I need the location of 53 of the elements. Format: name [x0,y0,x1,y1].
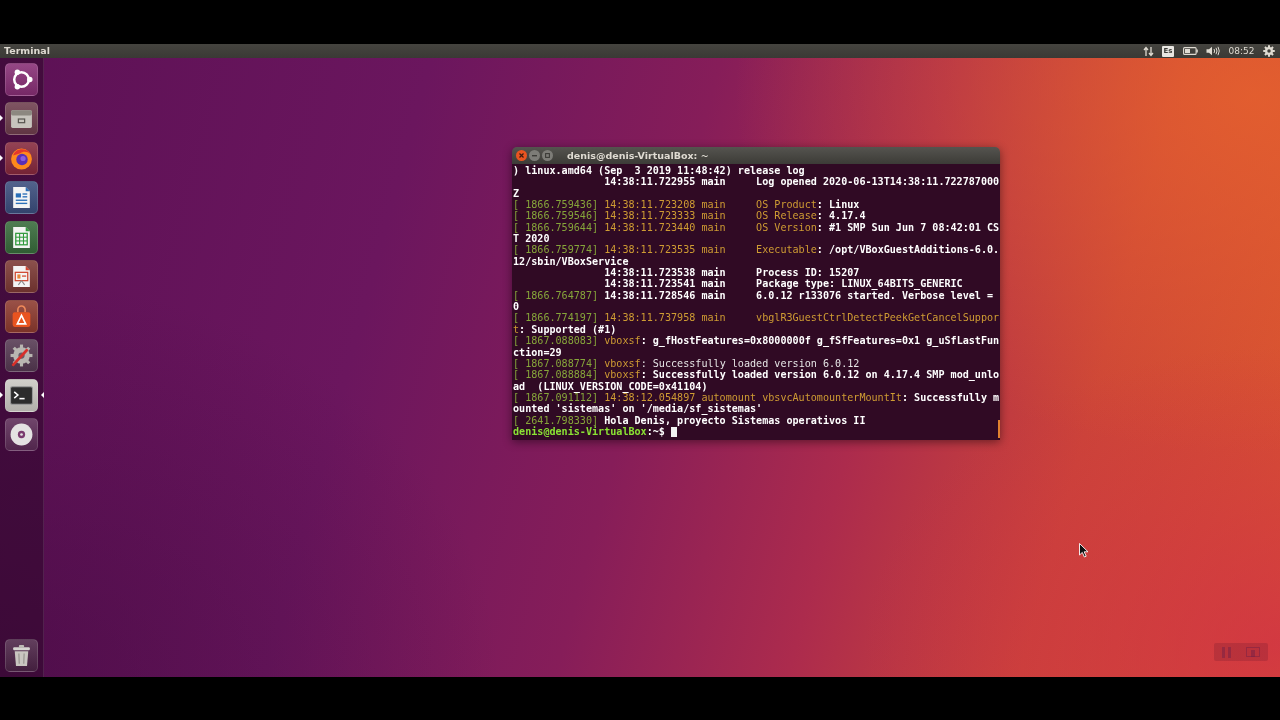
mouse-pointer-icon [1079,543,1089,558]
terminal-line: ounted 'sistemas' on '/media/sf_sistemas' [513,403,763,415]
close-icon [519,153,524,158]
gear-wrench-icon [9,343,34,368]
terminal-line: 14:38:11.723541 main Package type: LINUX_64BITS_GENERIC [604,278,963,290]
terminal-line: 14:38:11.722955 main Log opened 2020-06-13T14:38:11.722787000 [604,176,1000,188]
terminal-line: [ 1866.759436] 14:38:11.723208 main OS Product: Linux [513,199,860,211]
terminal-line: ) linux.amd64 (Sep 3 2019 11:48:42) release log [513,165,805,177]
terminal-line: 12/sbin/VBoxService [513,255,629,268]
launcher-button[interactable] [5,260,38,293]
terminal-line: ction=29 [513,346,562,358]
network-arrows-icon[interactable] [1142,45,1154,57]
volume-icon[interactable] [1206,46,1221,56]
launcher-button[interactable] [5,181,38,214]
battery-icon[interactable] [1182,47,1198,55]
launcher-button[interactable] [5,378,38,412]
terminal-line: Z [513,187,520,200]
terminal-line: [ 1867.088774] vboxsf: Successfully loaded version 6.0.12 [513,357,860,369]
launcher-button[interactable] [5,638,38,672]
scroll-indicator-icon [998,420,1000,438]
gear-icon[interactable] [1263,45,1275,57]
launcher-button[interactable] [5,141,38,175]
clock[interactable]: 08:52 [1228,44,1255,58]
prompt-line: denis@denis-VirtualBox:~$ [513,425,665,438]
disc-icon [9,422,34,447]
terminal-line: [ 1866.759644] 14:38:11.723440 main OS Version: #1 SMP Sun Jun 7 08:42:01 CS [513,221,1000,234]
launcher-button[interactable] [5,220,38,254]
maximize-button[interactable] [542,150,553,161]
terminal-line: [ 1866.759546] 14:38:11.723333 main OS Release: 4.17.4 [513,210,866,222]
minimize-button[interactable] [529,150,540,161]
terminal-line: [ 1867.088083] vboxsf: g_fHostFeatures=0x8000000f g_fSfFeatures=0x1 g_uSfLastFun [513,335,1000,347]
terminal-line: [ 1866.759774] 14:38:11.723535 main Executable: /opt/VBoxGuestAdditions-6.0. [513,244,1000,256]
launcher-button[interactable] [5,418,38,451]
launcher-button[interactable] [5,339,38,372]
terminal-line: 14:38:11.723538 main Process ID: 15207 [604,267,860,279]
terminal-line: [ 1866.774197] 14:38:11.737958 main vbglR3GuestCtrlDetectPeekGetCancelSuppor [513,312,1000,324]
terminal-line: T 2020 [513,233,550,245]
terminal-line: [ 1867.091112] 14:38:12.054897 automount vbsvcAutomounterMountIt: Successfully m [513,391,1000,404]
terminal-line: [ 1867.088884] vboxsf: Successfully loaded version 6.0.12 on 4.17.4 SMP mod_unlo [513,369,1000,381]
launcher-button[interactable] [5,62,38,96]
window-title: denis@denis-VirtualBox: ~ [567,149,709,163]
terminal-line: t: Supported (#1) [513,323,617,336]
app-title: Terminal [4,44,50,58]
close-button[interactable] [516,150,527,161]
maximize-icon [545,153,550,158]
minimize-icon [532,154,537,157]
terminal-line: [ 2641.798330] Hola Denis, proyecto Sistemas operativos II [513,414,866,426]
terminal-line: 0 [513,301,520,313]
pip-icon [41,391,44,398]
launcher-button[interactable] [5,102,38,135]
launcher-button[interactable] [5,299,38,333]
terminal-line: ad (LINUX_VERSION_CODE=0x41104) [513,380,708,392]
terminal-line: [ 1866.764787] 14:38:11.728546 main 6.0.12 r133076 started. Verbose level = [513,289,994,302]
